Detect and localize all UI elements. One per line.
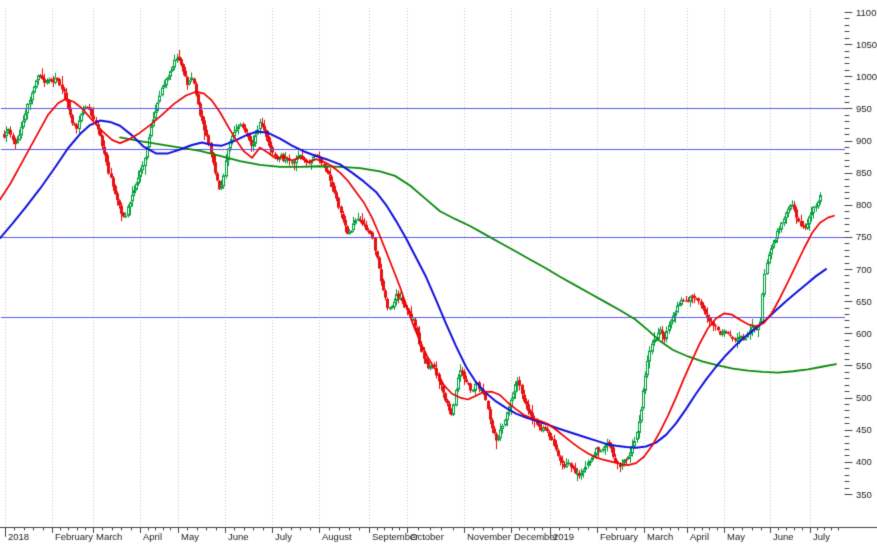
stock-chart-window: Τράπεζες (805.750, 824.470, 799.690, 817… [0,0,877,548]
candlestick-chart-canvas [0,0,877,548]
